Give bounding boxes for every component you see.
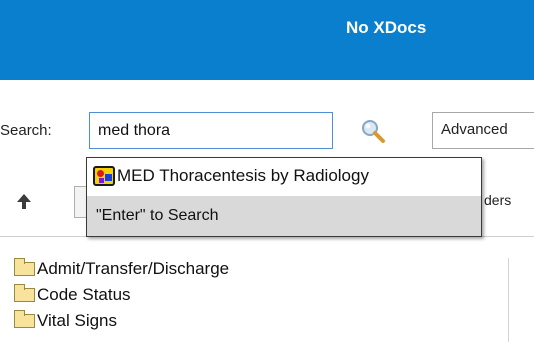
folder-icon <box>14 258 35 276</box>
suggestion-item[interactable]: MED Thoracentesis by Radiology <box>87 158 481 194</box>
suggestion-label: MED Thoracentesis by Radiology <box>117 166 369 185</box>
folder-tree: Admit/Transfer/Discharge Code Status Vit… <box>14 256 229 334</box>
search-icon <box>362 120 385 143</box>
tree-item-label: Code Status <box>37 285 131 304</box>
folder-icon <box>14 310 35 328</box>
search-label: Search: <box>0 122 52 139</box>
tree-item-code-status[interactable]: Code Status <box>14 282 229 308</box>
order-set-icon <box>93 166 115 186</box>
tree-item-label: Vital Signs <box>37 311 118 330</box>
up-arrow-icon <box>17 194 31 209</box>
header-banner: No XDocs <box>0 0 534 80</box>
folder-icon <box>14 284 35 302</box>
search-suggestions-dropdown: MED Thoracentesis by Radiology "Enter" t… <box>86 157 482 237</box>
tree-item-vital-signs[interactable]: Vital Signs <box>14 308 229 334</box>
banner-title: No XDocs <box>346 18 427 37</box>
enter-hint-label: "Enter" to Search <box>96 207 219 224</box>
scrollbar-track[interactable] <box>508 258 509 342</box>
tree-item-admit-transfer-discharge[interactable]: Admit/Transfer/Discharge <box>14 256 229 282</box>
orders-label: ders <box>484 192 512 208</box>
enter-to-search-option[interactable]: "Enter" to Search <box>87 196 481 236</box>
advanced-options-dropdown[interactable]: Advanced <box>432 112 534 149</box>
search-input[interactable] <box>89 112 333 149</box>
tree-item-label: Admit/Transfer/Discharge <box>37 259 230 278</box>
search-button[interactable] <box>357 116 389 146</box>
up-folder-button[interactable] <box>10 188 38 216</box>
